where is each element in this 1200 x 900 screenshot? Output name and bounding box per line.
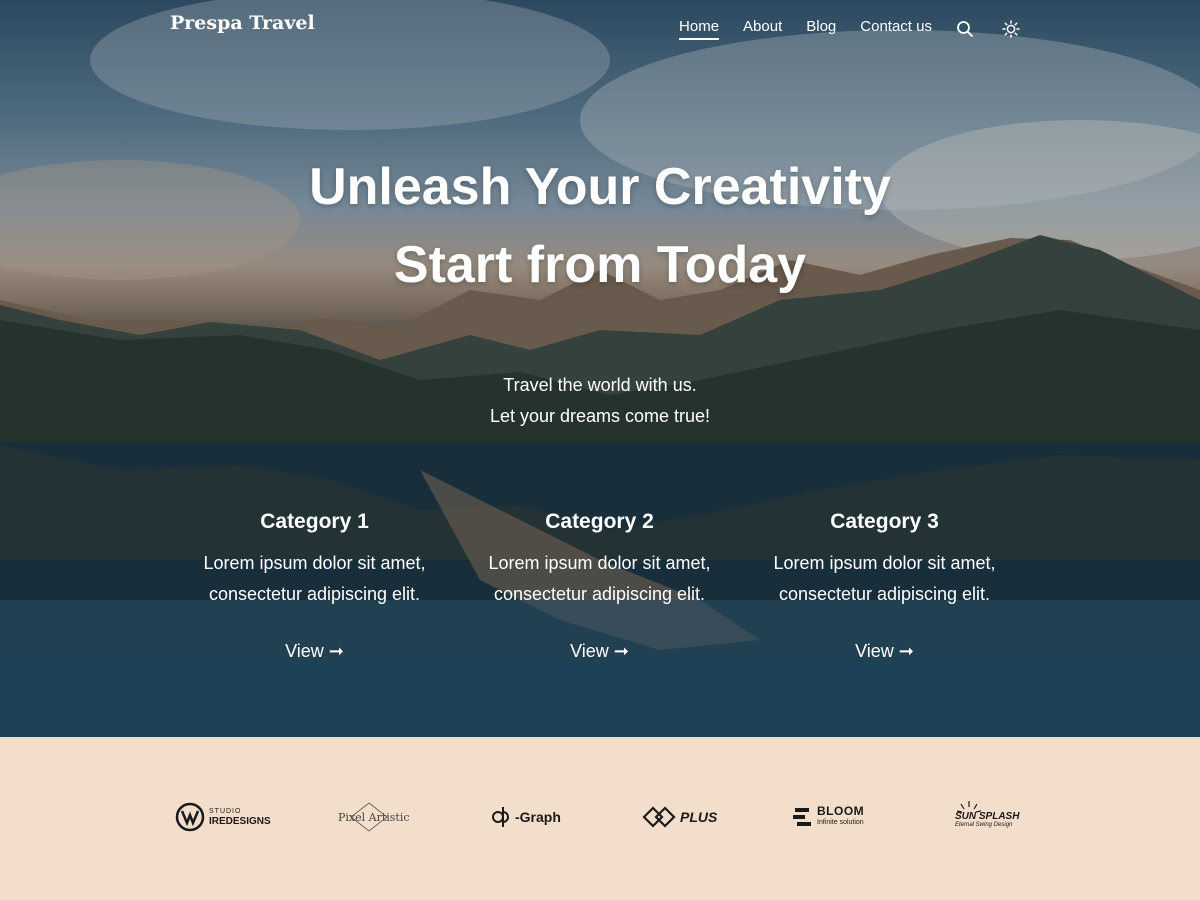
nav-item-about[interactable]: About: [743, 18, 782, 40]
sun-icon[interactable]: [1002, 20, 1020, 38]
wiredesigns-emblem-icon: [175, 802, 205, 832]
hero-heading: Unleash Your Creativity Start from Today: [0, 148, 1200, 304]
hero-subtitle-line2: Let your dreams come true!: [489, 406, 711, 426]
category-view-link[interactable]: View ➞: [570, 641, 629, 662]
hero-heading-line2: Start from Today: [393, 236, 807, 294]
logo-6-small: Eternal Swing Design: [955, 822, 1013, 828]
category-title: Category 1: [260, 510, 369, 533]
nav-item-blog[interactable]: Blog: [806, 18, 836, 40]
logo-graph: -Graph: [489, 797, 561, 837]
logo-4-main: PLUS: [680, 809, 718, 825]
category-card: Category 1 Lorem ipsum dolor sit amet, c…: [172, 510, 457, 662]
logo-6-main: SUN SPLASH: [955, 811, 1020, 822]
logo-5-main: BLOOM: [817, 804, 865, 818]
logo-bloom: BLOOM Infinite solution: [793, 797, 864, 837]
category-list: Category 1 Lorem ipsum dolor sit amet, c…: [172, 510, 1028, 662]
category-view-link[interactable]: View ➞: [855, 641, 914, 662]
search-icon[interactable]: [956, 20, 974, 38]
logo-3-main: -Graph: [515, 809, 561, 825]
hero-heading-line1: Unleash Your Creativity: [309, 158, 891, 216]
bloom-stack-icon: [793, 808, 811, 826]
logo-plus: PLUS: [642, 797, 717, 837]
category-card: Category 3 Lorem ipsum dolor sit amet, c…: [742, 510, 1027, 662]
logo-5-small: Infinite solution: [817, 819, 864, 826]
category-desc-line1: Lorem ipsum dolor sit amet,: [488, 553, 711, 573]
logo-2-main: Pixel Artistic: [338, 810, 410, 824]
site-title[interactable]: Prespa Travel: [170, 12, 315, 34]
category-title: Category 3: [830, 510, 939, 533]
category-desc-line2: consectetur adipiscing elit.: [493, 584, 706, 604]
main-nav: Home About Blog Contact us: [679, 18, 1020, 40]
category-desc-line1: Lorem ipsum dolor sit amet,: [203, 553, 426, 573]
category-title: Category 2: [545, 510, 654, 533]
nav-item-contact[interactable]: Contact us: [860, 18, 932, 40]
hero-subtitle: Travel the world with us. Let your dream…: [0, 370, 1200, 432]
category-desc-line2: consectetur adipiscing elit.: [778, 584, 991, 604]
logo-1-main: IREDESIGNS: [209, 816, 271, 827]
logo-studio-wiredesigns: STUDIO IREDESIGNS: [175, 797, 271, 837]
logo-sun-splash: SUN SPLASH Eternal Swing Design: [955, 797, 1019, 837]
plus-knot-icon: [642, 806, 676, 828]
nav-item-home[interactable]: Home: [679, 18, 720, 40]
logo-pixel-artistic: Pixel Artistic: [338, 797, 410, 837]
category-desc-line2: consectetur adipiscing elit.: [208, 584, 421, 604]
graph-dp-icon: [492, 807, 509, 827]
category-card: Category 2 Lorem ipsum dolor sit amet, c…: [457, 510, 742, 662]
category-desc-line1: Lorem ipsum dolor sit amet,: [773, 553, 996, 573]
category-view-link[interactable]: View ➞: [285, 641, 344, 662]
hero-subtitle-line1: Travel the world with us.: [503, 375, 697, 395]
